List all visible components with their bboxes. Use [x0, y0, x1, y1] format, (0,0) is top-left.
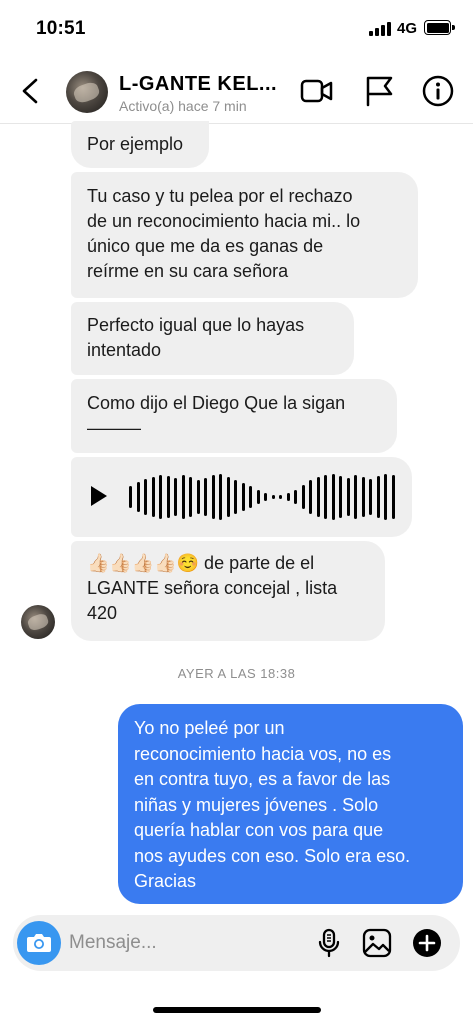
message-incoming[interactable]: Tu caso y tu pelea por el rechazo de un …	[71, 172, 418, 298]
waveform-bar	[159, 475, 162, 519]
waveform-bar	[166, 476, 170, 518]
waveform-bar	[219, 474, 222, 520]
waveform-bar	[279, 495, 282, 499]
waveform-bar	[241, 483, 245, 511]
waveform-bar	[249, 486, 252, 508]
message-input[interactable]	[69, 925, 289, 961]
signal-icon	[369, 22, 391, 36]
flag-icon[interactable]	[362, 74, 396, 108]
message-incoming[interactable]: 👍🏻👍🏻👍🏻👍🏻☺️ de parte de el LGANTE señora …	[71, 541, 385, 641]
message-incoming[interactable]: Como dijo el Diego Que la sigan ———	[71, 379, 397, 453]
audio-message[interactable]	[71, 457, 412, 537]
waveform-bar	[181, 475, 185, 519]
waveform-bar	[369, 479, 372, 515]
message-composer	[13, 915, 460, 971]
waveform-bar	[316, 477, 320, 517]
waveform-bar	[226, 477, 230, 517]
message-text: Tu caso y tu pelea por el rechazo de un …	[87, 186, 361, 281]
waveform-bar	[331, 474, 335, 520]
waveform-bar	[339, 476, 342, 518]
contact-name[interactable]: L-GANTE KEL...	[119, 73, 277, 96]
message-text: Por ejemplo	[87, 134, 184, 154]
waveform-bar	[286, 493, 290, 501]
waveform-bar	[361, 477, 365, 517]
status-time: 10:51	[36, 18, 86, 39]
waveform-bar	[294, 490, 297, 504]
waveform-bar	[376, 476, 380, 518]
waveform-bar	[309, 480, 312, 514]
waveform-bar	[136, 482, 140, 512]
camera-button[interactable]	[17, 921, 61, 965]
status-bar: 10:51 4G	[0, 0, 473, 60]
home-indicator	[153, 1007, 321, 1013]
waveform-bar	[301, 485, 305, 509]
message-incoming[interactable]: Por ejemplo	[71, 121, 209, 168]
message-incoming[interactable]: Perfecto igual que lo hayas intentado	[71, 302, 354, 375]
waveform-bar	[384, 474, 387, 520]
waveform-bar	[204, 478, 207, 516]
waveform-bar	[151, 477, 155, 517]
camera-icon	[27, 934, 51, 952]
gallery-icon[interactable]	[361, 927, 393, 959]
waveform-bar	[256, 490, 260, 504]
message-text: Perfecto igual que lo hayas intentado	[87, 315, 305, 360]
audio-waveform[interactable]	[129, 473, 399, 521]
waveform-bar	[346, 478, 350, 516]
waveform-bar	[129, 486, 132, 508]
waveform-bar	[144, 479, 147, 515]
waveform-bar	[189, 477, 192, 517]
message-outgoing[interactable]: Yo no peleé por un reconocimiento hacia …	[118, 704, 463, 904]
battery-icon	[424, 20, 455, 35]
video-call-icon[interactable]	[300, 74, 334, 108]
waveform-bar	[271, 495, 275, 499]
play-icon[interactable]	[91, 486, 107, 506]
waveform-bar	[391, 475, 395, 519]
message-timestamp: AYER A LAS 18:38	[177, 666, 296, 681]
plus-icon[interactable]	[411, 927, 443, 959]
waveform-bar	[211, 475, 215, 519]
waveform-bar	[174, 478, 177, 516]
message-text: 👍🏻👍🏻👍🏻👍🏻☺️ de parte de el LGANTE señora …	[87, 553, 338, 623]
message-text: Yo no peleé por un reconocimiento hacia …	[134, 718, 411, 891]
contact-status: Activo(a) hace 7 min	[119, 98, 247, 114]
contact-avatar[interactable]	[66, 71, 108, 113]
waveform-bar	[264, 493, 267, 501]
waveform-bar	[354, 475, 357, 519]
back-icon[interactable]	[18, 76, 44, 106]
waveform-bar	[196, 480, 200, 514]
microphone-icon[interactable]	[313, 927, 345, 959]
info-icon[interactable]	[421, 74, 455, 108]
message-text: Como dijo el Diego Que la sigan ———	[87, 393, 346, 438]
network-label: 4G	[397, 20, 418, 37]
waveform-bar	[324, 475, 327, 519]
waveform-bar	[234, 480, 237, 514]
chat-header: L-GANTE KEL... Activo(a) hace 7 min	[0, 60, 473, 124]
sender-avatar[interactable]	[21, 605, 55, 639]
